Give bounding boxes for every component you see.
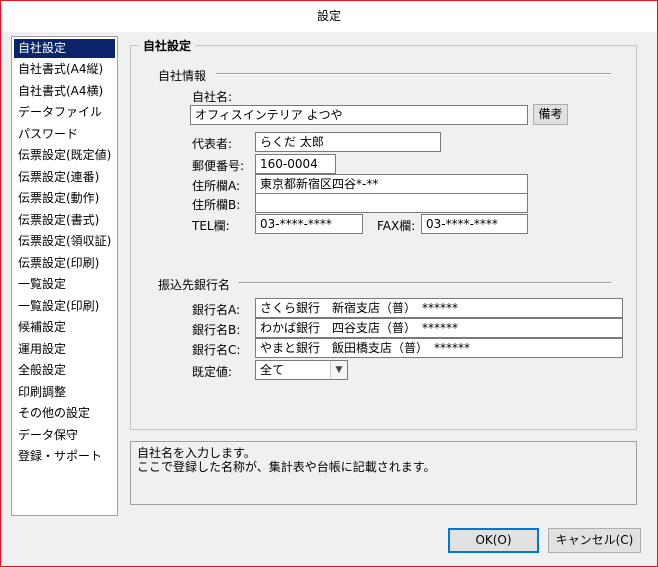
help-line-1: 自社名を入力します。 [137,446,256,460]
address-a-field[interactable]: 東京都新宿区四谷*-** [255,174,528,194]
bank-a-field[interactable]: さくら銀行 新宿支店（普） ****** [255,298,623,318]
nav-item-password[interactable]: パスワード [14,125,115,144]
nav-item-slip-format[interactable]: 伝票設定(書式) [14,211,115,230]
nav-item-slip-default[interactable]: 伝票設定(既定値) [14,146,115,165]
section-divider [238,282,611,284]
postal-code-field[interactable]: 160-0004 [255,154,336,174]
company-name-label: 自社名: [192,90,233,104]
nav-item-slip-print[interactable]: 伝票設定(印刷) [14,254,115,273]
postal-code-label: 郵便番号: [192,159,245,173]
nav-item-company[interactable]: 自社設定 [14,39,115,58]
section-divider [216,73,611,75]
ok-button[interactable]: OK(O) [448,528,539,553]
tel-field[interactable]: 03-****-**** [255,214,363,234]
nav-item-company-format-portrait[interactable]: 自社書式(A4縦) [14,60,115,79]
nav-item-list-print[interactable]: 一覧設定(印刷) [14,297,115,316]
settings-dialog: 設定 自社設定 自社書式(A4縦) 自社書式(A4横) データファイル パスワー… [0,0,658,567]
bank-a-label: 銀行名A: [192,303,241,317]
nav-item-slip-behavior[interactable]: 伝票設定(動作) [14,189,115,208]
fax-field[interactable]: 03-****-**** [421,214,528,234]
bank-c-field[interactable]: やまと銀行 飯田橋支店（普） ****** [255,338,623,358]
settings-category-list[interactable]: 自社設定 自社書式(A4縦) 自社書式(A4横) データファイル パスワード 伝… [11,36,118,516]
chevron-down-icon[interactable]: ▼ [330,361,347,379]
nav-item-candidates[interactable]: 候補設定 [14,318,115,337]
address-b-label: 住所欄B: [192,198,241,212]
nav-item-print-adjust[interactable]: 印刷調整 [14,383,115,402]
bank-b-field[interactable]: わかば銀行 四谷支店（普） ****** [255,318,623,338]
company-info-heading: 自社情報 [158,69,207,83]
bank-b-label: 銀行名B: [192,323,241,337]
address-a-label: 住所欄A: [192,179,241,193]
bank-c-label: 銀行名C: [192,343,241,357]
nav-item-data-file[interactable]: データファイル [14,103,115,122]
nav-item-other[interactable]: その他の設定 [14,404,115,423]
fax-label: FAX欄: [377,219,416,233]
help-text-box: 自社名を入力します。 ここで登録した名称が、集計表や台帳に記載されます。 [130,441,637,505]
nav-item-data-maintenance[interactable]: データ保守 [14,426,115,445]
default-bank-value: 全て [260,363,285,377]
representative-label: 代表者: [192,137,233,151]
company-name-field[interactable]: オフィスインテリア よつや [190,105,528,125]
default-bank-select[interactable]: 全て ▼ [255,360,348,380]
nav-item-company-format-landscape[interactable]: 自社書式(A4横) [14,82,115,101]
panel-title: 自社設定 [139,37,196,54]
nav-item-general[interactable]: 全般設定 [14,361,115,380]
cancel-button[interactable]: キャンセル(C) [548,528,641,553]
memo-button[interactable]: 備考 [533,104,568,125]
nav-item-list[interactable]: 一覧設定 [14,275,115,294]
nav-item-slip-serial[interactable]: 伝票設定(連番) [14,168,115,187]
nav-item-slip-receipt[interactable]: 伝票設定(領収証) [14,232,115,251]
nav-item-registration-support[interactable]: 登録・サポート [14,447,115,466]
help-line-2: ここで登録した名称が、集計表や台帳に記載されます。 [137,460,436,474]
default-bank-label: 既定値: [192,365,233,379]
bank-heading: 振込先銀行名 [158,278,231,292]
window-title: 設定 [1,1,657,32]
representative-field[interactable]: らくだ 太郎 [255,132,441,152]
tel-label: TEL欄: [192,219,230,233]
address-b-field[interactable] [255,193,528,213]
nav-item-operation[interactable]: 運用設定 [14,340,115,359]
